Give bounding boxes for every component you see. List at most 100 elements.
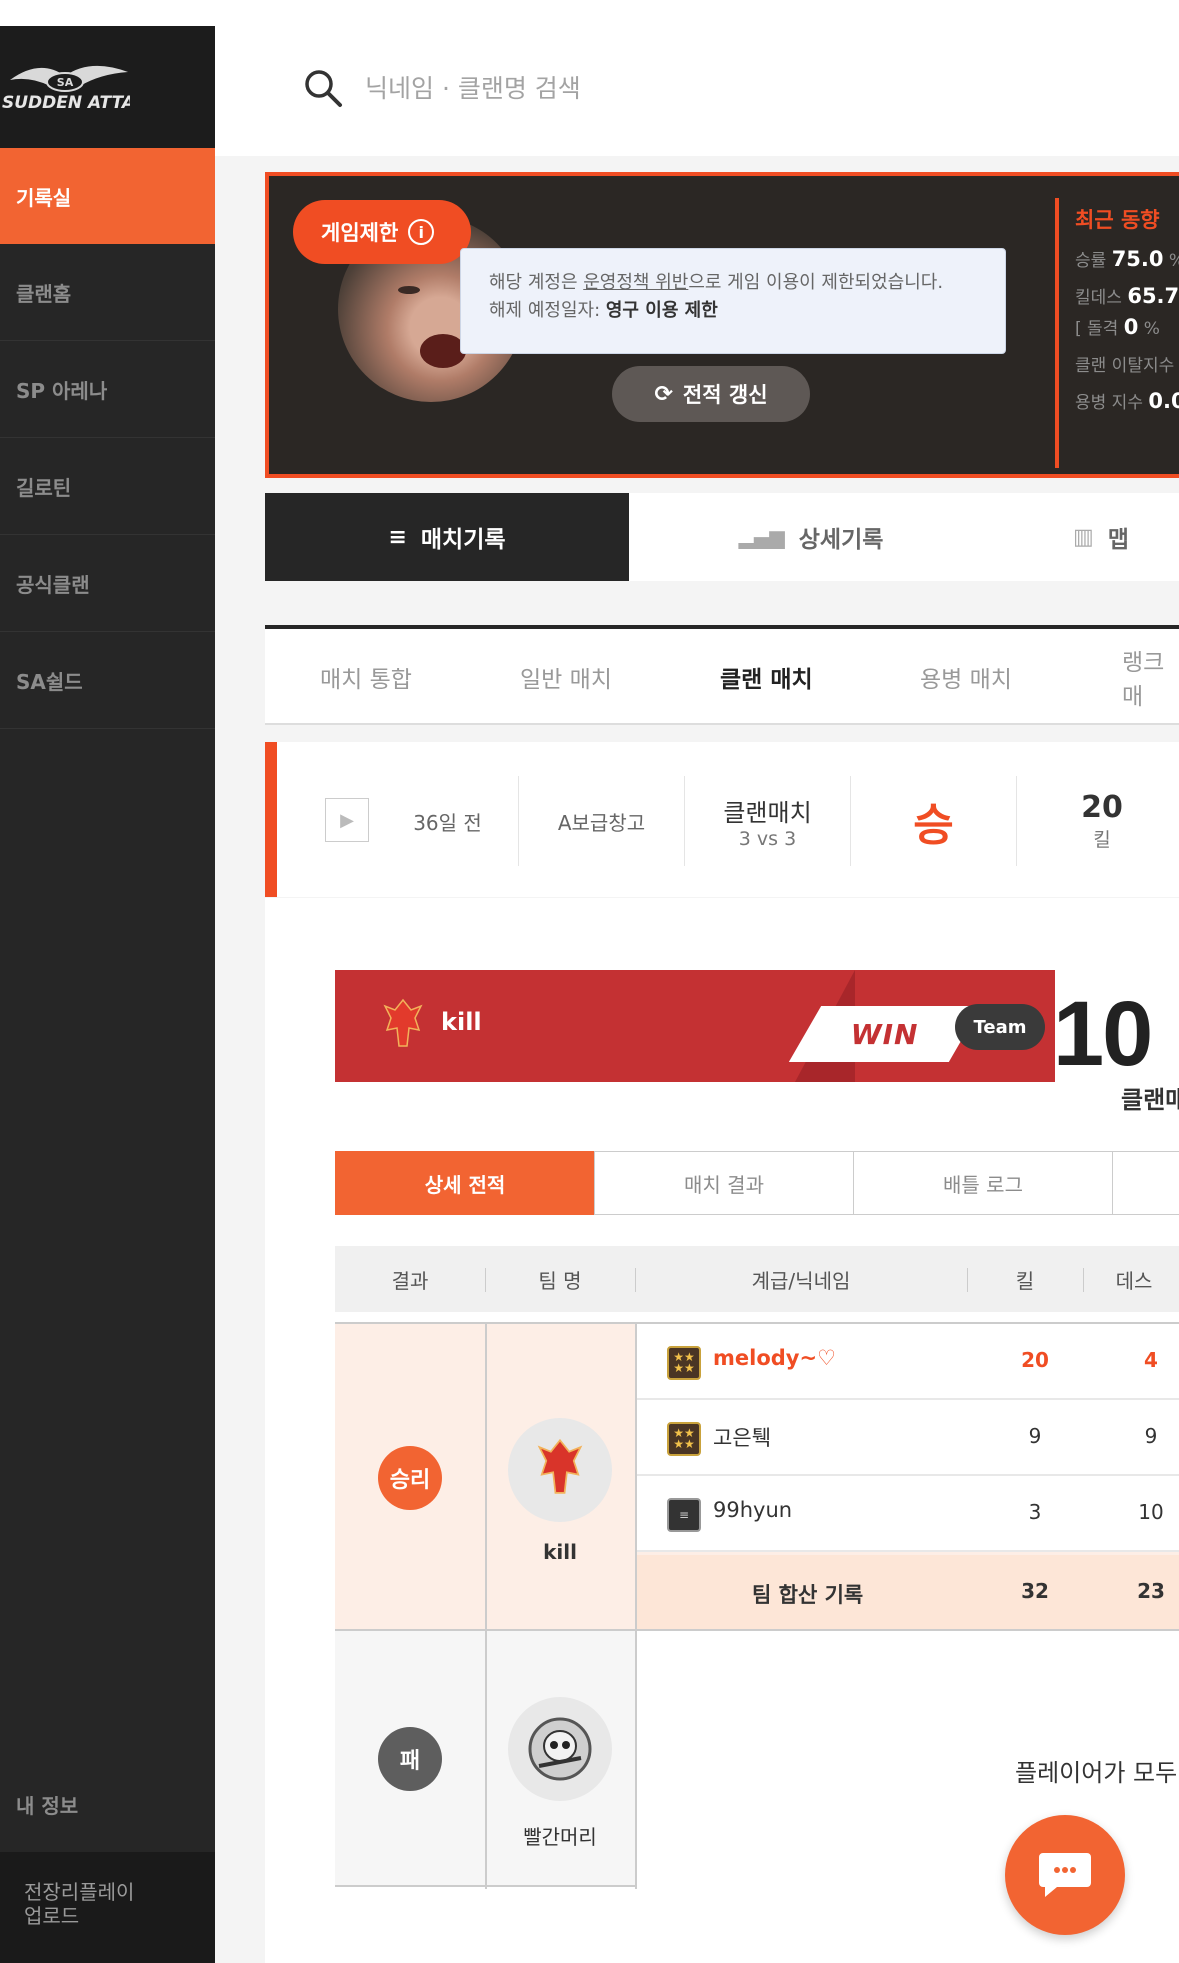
- release-date-value: 영구 이용 제한: [605, 300, 718, 321]
- subtab-more[interactable]: [1112, 1151, 1179, 1215]
- restriction-tooltip: 해당 계정은 운영정책 위반으로 게임 이용이 제한되었습니다. 해제 예정일자…: [460, 248, 1006, 354]
- sudden-attack-logo: SA SUDDEN ATTACK: [2, 65, 130, 113]
- refresh-label: 전적 갱신: [682, 383, 768, 407]
- sidebar-item-clan-home[interactable]: 클랜홈: [0, 245, 215, 341]
- svg-text:SA: SA: [57, 76, 74, 89]
- filter-mercenary[interactable]: 용병 매치: [920, 629, 1012, 725]
- team-banner: kill WIN Team: [335, 970, 1055, 1082]
- sidebar-item-records[interactable]: 기록실: [0, 148, 215, 244]
- kd-row: 킬데스 65.7: [1075, 284, 1179, 308]
- sidebar-item-label: 클랜홈: [16, 282, 72, 306]
- player-death: 10: [1138, 1500, 1164, 1524]
- match-detail-panel: kill WIN Team 10 클랜매 상세 전적 매치 결과 배틀 로그 결…: [265, 898, 1179, 1963]
- player-kill: 9: [1028, 1424, 1042, 1448]
- sidebar-item-sp-arena[interactable]: SP 아레나: [0, 342, 215, 438]
- no-players-message: 플레이어가 모두: [1015, 1759, 1178, 1787]
- svg-text:SUDDEN ATTACK: SUDDEN ATTACK: [2, 93, 130, 113]
- info-icon[interactable]: i: [408, 219, 435, 245]
- filter-normal[interactable]: 일반 매치: [520, 629, 612, 725]
- match-row[interactable]: ▶ 36일 전 A보급창고 클랜매치 3 vs 3 승 20 킬: [265, 742, 1179, 897]
- result-win-badge: 승리: [378, 1446, 442, 1510]
- bar-chart-icon: ▂▄▆: [738, 525, 785, 549]
- rank-icon: ★★ ★★: [667, 1346, 701, 1380]
- table-header: 결과 팀 명 계급/닉네임 킬 데스: [335, 1246, 1179, 1312]
- player-row[interactable]: ★★ ★★ melody~♡ 20 4: [637, 1324, 1179, 1400]
- tab-match-records[interactable]: ≡ 매치기록: [265, 493, 629, 581]
- header-kill: 킬: [1015, 1268, 1035, 1293]
- player-name[interactable]: melody~♡: [713, 1346, 836, 1370]
- clan-match-label: 클랜매: [1121, 1086, 1179, 1114]
- team-total-row: 팀 합산 기록 32 23: [637, 1555, 1179, 1631]
- player-row[interactable]: ≡ 99hyun 3 10: [637, 1476, 1179, 1552]
- tooltip-text: 해당 계정은: [489, 272, 584, 293]
- policy-link[interactable]: 운영정책 위반: [583, 272, 688, 293]
- sidebar-item-label: 길로틴: [16, 476, 72, 500]
- liverbird-emblem-icon: [537, 1438, 583, 1494]
- subtab-detail-stats[interactable]: 상세 전적: [335, 1151, 595, 1215]
- liverbird-crest-icon: [383, 998, 423, 1047]
- subtab-match-result[interactable]: 매치 결과: [594, 1151, 854, 1215]
- refresh-record-button[interactable]: ⟳ 전적 갱신: [612, 366, 810, 422]
- kd-value: 65.7: [1127, 284, 1179, 308]
- refresh-icon: ⟳: [654, 381, 673, 407]
- player-row[interactable]: ★★ ★★ 고은퉥 9 9: [637, 1400, 1179, 1476]
- sidebar-item-guillotine[interactable]: 길로틴: [0, 439, 215, 535]
- list-icon: ≡: [388, 524, 407, 550]
- chat-button[interactable]: [1005, 1815, 1125, 1935]
- logo[interactable]: SA SUDDEN ATTACK: [0, 26, 215, 148]
- player-death: 9: [1144, 1424, 1158, 1448]
- sidebar-item-official-clan[interactable]: 공식클랜: [0, 536, 215, 632]
- main-tabs: ≡ 매치기록 ▂▄▆ 상세기록 ▥ 맵: [265, 493, 1179, 581]
- winrate-row: 승률 75.0 %: [1075, 247, 1179, 271]
- team-emblem[interactable]: [508, 1418, 612, 1522]
- release-date-label: 해제 예정일자:: [489, 300, 606, 321]
- team-score: 10: [1053, 983, 1153, 1085]
- search-input[interactable]: [365, 66, 965, 110]
- player-kill: 3: [1028, 1500, 1042, 1524]
- player-name[interactable]: 99hyun: [713, 1498, 792, 1522]
- match-mode: 클랜매치 3 vs 3: [685, 776, 851, 866]
- sidebar: SA SUDDEN ATTACK 기록실 클랜홈 SP 아레나 길로틴 공식클랜…: [0, 26, 215, 1963]
- tab-map[interactable]: ▥ 맵: [993, 493, 1179, 581]
- match-map: A보급창고: [519, 776, 685, 866]
- search-bar: [215, 26, 1179, 156]
- team-name: kill: [441, 1008, 482, 1036]
- sidebar-item-label: SP 아레나: [16, 379, 108, 403]
- merc-row: 용병 지수 0.0: [1075, 388, 1179, 413]
- match-result: 승: [851, 776, 1017, 866]
- player-death: 4: [1144, 1348, 1158, 1372]
- restriction-badge[interactable]: 게임제한 i: [293, 200, 471, 264]
- sidebar-item-label: 기록실: [16, 185, 72, 210]
- rank-icon: ≡: [667, 1498, 701, 1532]
- tab-label: 상세기록: [798, 527, 884, 553]
- win-flag: WIN: [788, 1006, 982, 1062]
- tab-label: 매치기록: [420, 527, 506, 553]
- filter-all[interactable]: 매치 통합: [320, 629, 412, 725]
- rank-icon: ★★ ★★: [667, 1422, 701, 1456]
- filter-clan[interactable]: 클랜 매치: [720, 629, 813, 725]
- loser-team-name[interactable]: 빨간머리: [500, 1821, 620, 1850]
- assault-row: [ 돌격 0 %: [1075, 315, 1160, 339]
- sidebar-item-sa-shield[interactable]: SA쉴드: [0, 633, 215, 729]
- result-lose-badge: 패: [378, 1727, 442, 1791]
- top-strip: [0, 0, 1179, 26]
- subtab-battle-log[interactable]: 배틀 로그: [853, 1151, 1113, 1215]
- recent-trend-title: 최근 동향: [1075, 208, 1160, 232]
- page: SA SUDDEN ATTACK 기록실 클랜홈 SP 아레나 길로틴 공식클랜…: [0, 0, 1179, 1963]
- search-icon[interactable]: [303, 68, 343, 108]
- tab-detail-records[interactable]: ▂▄▆ 상세기록: [629, 493, 993, 581]
- team-total-label: 팀 합산 기록: [752, 1583, 864, 1607]
- winner-team-name[interactable]: kill: [500, 1540, 620, 1564]
- player-name[interactable]: 고은퉥: [713, 1422, 771, 1452]
- filter-rank[interactable]: 랭크 매: [1122, 629, 1179, 725]
- match-kills: 20 킬: [1081, 790, 1123, 851]
- team-emblem[interactable]: [508, 1697, 612, 1801]
- sidebar-my-info[interactable]: 내 정보: [16, 1790, 78, 1819]
- merc-value: 0.0: [1148, 389, 1179, 413]
- replay-upload-button[interactable]: 전장리플레이 업로드: [0, 1852, 215, 1963]
- detail-subtabs: 상세 전적 매치 결과 배틀 로그: [335, 1151, 1179, 1215]
- skull-emblem-icon: [528, 1717, 592, 1781]
- chat-bubble-icon: [1039, 1853, 1091, 1897]
- header-result: 결과: [391, 1268, 429, 1293]
- replay-play-button[interactable]: ▶: [325, 798, 369, 842]
